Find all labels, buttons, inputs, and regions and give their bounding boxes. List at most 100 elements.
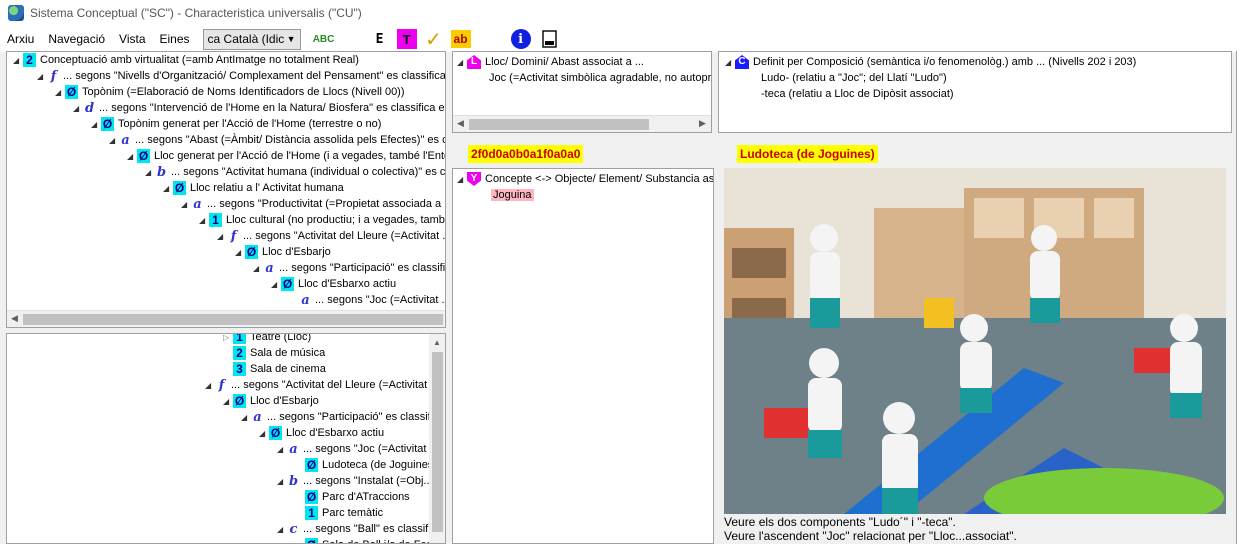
expand-triangle-icon[interactable]: ◢ (145, 168, 155, 177)
tree-row[interactable]: a ... segons "Joc (=Activitat ...)" es cl… (289, 292, 445, 308)
expand-triangle-icon[interactable]: ◢ (223, 397, 233, 406)
expand-triangle-icon[interactable]: ◢ (199, 216, 209, 225)
tree-row[interactable]: ◢ a ... segons "Abast (=Àmbit/ Distància a… (109, 132, 445, 148)
object-item-text: Joguina (491, 189, 534, 201)
scroll-left-icon[interactable]: ◀ (457, 118, 464, 129)
tree-row[interactable]: ◢ f ... segons "Activitat del Lleure (=Act… (217, 228, 445, 244)
tree-row[interactable]: ◢a ... segons "Joc (=Activitat ...)" es c… (277, 441, 445, 457)
expand-triangle-icon[interactable]: ◢ (91, 120, 101, 129)
horizontal-scrollbar[interactable]: ◀ ▶ (453, 115, 711, 132)
tree-row[interactable]: Ø Ludoteca (de Joguines) (295, 457, 437, 473)
tree-row[interactable]: ◢ Ø Topònim (=Elaboració de Noms Identific… (55, 84, 405, 100)
tree-row[interactable]: ◢ b ... segons "Activitat humana (individu… (145, 164, 445, 180)
composition-item[interactable]: Ludo- (relatiu a "Joc"; del Llatí "Ludo"… (761, 70, 947, 86)
text-t-icon[interactable]: T (396, 29, 417, 49)
expand-triangle-icon[interactable]: ◢ (259, 429, 269, 438)
tree-row[interactable]: Ø Parc d'ATraccions (295, 489, 410, 505)
expand-triangle-icon[interactable]: ◢ (55, 88, 65, 97)
expand-triangle-icon[interactable]: ◢ (37, 72, 47, 81)
collapse-triangle-icon[interactable]: ◢ (457, 175, 467, 184)
checkmark-icon[interactable]: ✓ (423, 28, 445, 51)
expand-triangle-icon[interactable]: ◢ (277, 477, 287, 486)
tree-row[interactable]: ◢ Ø Lloc d'Esbarxo actiu (271, 276, 396, 292)
expand-triangle-icon[interactable]: ◢ (127, 152, 137, 161)
menu-eines[interactable]: Eines (153, 28, 197, 50)
tree-row[interactable]: ◢ Ø Topònim generat per l'Acció de l'Home … (91, 116, 381, 132)
expand-triangle-icon[interactable]: ◢ (253, 264, 263, 273)
tree-row[interactable]: 1 Parc temàtic (295, 505, 383, 521)
tree-row[interactable]: ◢ Ø Lloc generat per l'Acció de l'Home (i … (127, 148, 445, 164)
expand-triangle-icon[interactable]: ◢ (217, 232, 227, 241)
tree-row[interactable]: ◢b ... segons "Instalat (=Obj...)" es cla… (277, 473, 445, 489)
composition-header-row[interactable]: ◢ C Definit per Composició (semàntica i/… (725, 54, 1136, 70)
tree-row[interactable]: ◢ 1 Lloc cultural (no productiu; i a vegad… (199, 212, 445, 228)
scroll-right-icon[interactable]: ▶ (699, 118, 706, 129)
tree-row[interactable]: ▷Ø Sala de Ball i/o de Festa (295, 537, 441, 544)
expand-triangle-icon[interactable]: ◢ (235, 248, 245, 257)
scroll-up-icon[interactable]: ▲ (433, 338, 441, 347)
expand-triangle-icon[interactable]: ◢ (181, 200, 191, 209)
tree-row[interactable]: ◢c ... segons "Ball" es classifica en ... (277, 521, 445, 537)
tree-view-icon[interactable]: E (369, 28, 391, 50)
relation-header: Lloc/ Domini/ Abast associat a ... (485, 56, 644, 68)
vertical-scrollbar[interactable]: ▲ (429, 334, 445, 543)
tree-row[interactable]: ◢a ... segons "Participació" es classific… (241, 409, 445, 425)
level-badge: 3 (233, 362, 246, 376)
tree-panel-top[interactable]: ◢ 2 Conceptuació amb virtualitat (=amb Ant… (6, 51, 446, 328)
tree-row[interactable]: ◢a ... segons "Participació" es classific… (253, 260, 445, 276)
expand-triangle-icon[interactable]: ◢ (241, 413, 251, 422)
tree-row[interactable]: 3 Sala de cinema (223, 361, 326, 377)
horizontal-scrollbar[interactable]: ◀ (7, 310, 445, 327)
composition-item[interactable]: -teca (relatiu a Lloc de Dipòsit associa… (761, 86, 954, 102)
spellcheck-abc-icon[interactable]: ABC (313, 28, 335, 50)
collapse-triangle-icon[interactable]: ◢ (725, 58, 735, 67)
scrollbar-thumb[interactable] (23, 314, 443, 325)
info-icon[interactable]: i (510, 29, 531, 49)
tree-row[interactable]: ◢ d ... segons "Intervenció de l'Home en l… (73, 100, 445, 116)
tree-row[interactable]: ◢ f ... segons "Activitat del Lleure (=Act… (205, 377, 445, 393)
relation-item[interactable]: Joc (=Activitat simbòlica agradable, no … (489, 70, 711, 86)
ab-text-icon[interactable]: ab (450, 30, 471, 48)
expand-triangle-icon[interactable]: ◢ (277, 525, 287, 534)
tree-row[interactable]: ◢ Ø Lloc relatiu a l' Activitat humana (163, 180, 344, 196)
tree-row[interactable]: ◢ a ... segons "Productivitat (=Propietat … (181, 196, 445, 212)
tree-row[interactable]: 2 Sala de música (223, 345, 325, 361)
expand-triangle-icon[interactable]: ◢ (13, 56, 23, 65)
expand-triangle-icon[interactable]: ◢ (163, 184, 173, 193)
expand-triangle-icon[interactable]: ◢ (205, 381, 215, 390)
composition-panel[interactable]: ◢ C Definit per Composició (semàntica i/… (718, 51, 1232, 133)
object-header-row[interactable]: ◢ Y Concepte <-> Objecte/ Element/ Subst… (457, 171, 714, 187)
tree-row[interactable]: ◢ 2 Conceptuació amb virtualitat (=amb Ant… (13, 52, 359, 68)
document-icon[interactable] (539, 28, 561, 50)
tree-row[interactable]: ◢ Ø Lloc d'Esbarxo actiu (259, 425, 384, 441)
tree-row[interactable]: ◢ Ø Lloc d'Esbarjo (235, 244, 331, 260)
tree-row[interactable]: ▷ 1 Teatre (Lloc) (223, 334, 311, 345)
relation-header-row[interactable]: ◢ L Lloc/ Domini/ Abast associat a ... (457, 54, 644, 70)
expand-triangle-icon[interactable]: ◢ (73, 104, 83, 113)
menu-vista[interactable]: Vista (112, 28, 152, 50)
tree-row[interactable]: ◢ Ø Lloc d'Esbarjo (223, 393, 319, 409)
scrollbar-thumb[interactable] (469, 119, 649, 130)
criterion-letter: b (288, 473, 299, 489)
tree-row-text: Parc d'ATraccions (322, 491, 410, 503)
object-panel[interactable]: ◢ Y Concepte <-> Objecte/ Element/ Subst… (452, 168, 714, 544)
relation-panel-top[interactable]: ◢ L Lloc/ Domini/ Abast associat a ... J… (452, 51, 712, 133)
scroll-left-icon[interactable]: ◀ (11, 313, 18, 324)
menu-arxiu[interactable]: Arxiu (0, 28, 41, 50)
expand-triangle-icon[interactable]: ◢ (271, 280, 281, 289)
criterion-letter: a (253, 409, 262, 425)
expand-triangle-icon[interactable]: ▷ (295, 541, 305, 544)
expand-triangle-icon[interactable]: ◢ (277, 445, 287, 454)
language-select[interactable]: ca Català (Idic ▼ (202, 28, 301, 50)
menu-navegacio[interactable]: Navegació (41, 28, 112, 50)
expand-triangle-icon[interactable]: ◢ (109, 136, 119, 145)
scrollbar-thumb[interactable] (432, 352, 443, 532)
tree-panel-bottom[interactable]: ▷ 1 Teatre (Lloc) 2 Sala de música 3 Sala de c… (6, 333, 446, 544)
collapse-triangle-icon[interactable]: ◢ (457, 58, 467, 67)
tree-row[interactable]: ◢ f ... segons "Nivells d'Organització/ Co… (37, 68, 445, 84)
object-item[interactable]: Joguina (491, 187, 534, 203)
criterion-letter: a (265, 260, 274, 276)
pentagon-l-icon: L (467, 55, 481, 69)
object-header: Concepte <-> Objecte/ Element/ Substanci… (485, 173, 714, 185)
expand-triangle-icon[interactable]: ▷ (223, 334, 233, 342)
